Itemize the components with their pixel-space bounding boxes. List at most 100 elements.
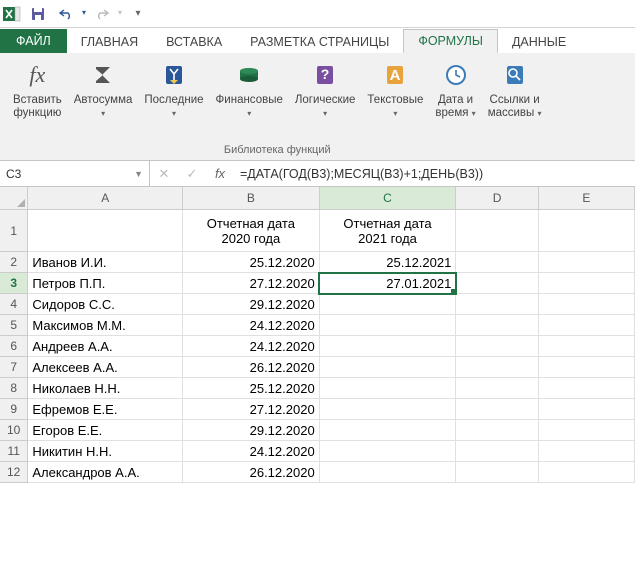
- row-header-5[interactable]: 5: [0, 315, 28, 336]
- autosum-button[interactable]: Автосумма▾: [69, 56, 138, 142]
- cell-D3[interactable]: [456, 273, 538, 294]
- cell-A2[interactable]: Иванов И.И.: [28, 252, 183, 273]
- recent-button[interactable]: Последние▾: [139, 56, 208, 142]
- col-header-C[interactable]: C: [319, 187, 456, 210]
- row-header-9[interactable]: 9: [0, 399, 28, 420]
- cell-A9[interactable]: Ефремов Е.Е.: [28, 399, 183, 420]
- logical-button[interactable]: ? Логические▾: [290, 56, 361, 142]
- tab-formulas[interactable]: ФОРМУЛЫ: [403, 29, 498, 53]
- cell-A8[interactable]: Николаев Н.Н.: [28, 378, 183, 399]
- row-header-7[interactable]: 7: [0, 357, 28, 378]
- cell-E3[interactable]: [538, 273, 634, 294]
- tab-insert[interactable]: ВСТАВКА: [152, 31, 236, 53]
- cell-B3[interactable]: 27.12.2020: [183, 273, 320, 294]
- cell-B9[interactable]: 27.12.2020: [183, 399, 320, 420]
- cell-E1[interactable]: [538, 210, 634, 252]
- cell-D8[interactable]: [456, 378, 538, 399]
- cell-D11[interactable]: [456, 441, 538, 462]
- cell-D12[interactable]: [456, 462, 538, 483]
- row-header-11[interactable]: 11: [0, 441, 28, 462]
- name-box-dropdown-icon[interactable]: ▼: [134, 169, 143, 179]
- cell-B2[interactable]: 25.12.2020: [183, 252, 320, 273]
- text-button[interactable]: A Текстовые▾: [362, 56, 428, 142]
- cell-A10[interactable]: Егоров Е.Е.: [28, 420, 183, 441]
- cell-E2[interactable]: [538, 252, 634, 273]
- row-header-3[interactable]: 3: [0, 273, 28, 294]
- cell-E8[interactable]: [538, 378, 634, 399]
- cell-B8[interactable]: 25.12.2020: [183, 378, 320, 399]
- fx-icon[interactable]: fx: [206, 166, 234, 181]
- tab-data[interactable]: ДАННЫЕ: [498, 31, 580, 53]
- row-header-1[interactable]: 1: [0, 210, 28, 252]
- cell-D5[interactable]: [456, 315, 538, 336]
- redo-dropdown-icon[interactable]: ▾: [118, 10, 122, 16]
- row-header-10[interactable]: 10: [0, 420, 28, 441]
- cell-A1[interactable]: [28, 210, 183, 252]
- cell-C4[interactable]: [319, 294, 456, 315]
- cell-C3[interactable]: 27.01.2021: [319, 273, 456, 294]
- cell-A7[interactable]: Алексеев А.А.: [28, 357, 183, 378]
- cell-C5[interactable]: [319, 315, 456, 336]
- cell-B5[interactable]: 24.12.2020: [183, 315, 320, 336]
- tab-page-layout[interactable]: РАЗМЕТКА СТРАНИЦЫ: [236, 31, 403, 53]
- cell-D7[interactable]: [456, 357, 538, 378]
- cell-D9[interactable]: [456, 399, 538, 420]
- cell-C8[interactable]: [319, 378, 456, 399]
- row-header-4[interactable]: 4: [0, 294, 28, 315]
- row-header-12[interactable]: 12: [0, 462, 28, 483]
- cell-A12[interactable]: Александров А.А.: [28, 462, 183, 483]
- cell-D2[interactable]: [456, 252, 538, 273]
- cell-B6[interactable]: 24.12.2020: [183, 336, 320, 357]
- cell-E7[interactable]: [538, 357, 634, 378]
- cell-E11[interactable]: [538, 441, 634, 462]
- cell-B4[interactable]: 29.12.2020: [183, 294, 320, 315]
- cell-B7[interactable]: 26.12.2020: [183, 357, 320, 378]
- save-icon[interactable]: [26, 2, 50, 26]
- name-box[interactable]: C3 ▼: [0, 161, 150, 186]
- cell-D1[interactable]: [456, 210, 538, 252]
- cell-D10[interactable]: [456, 420, 538, 441]
- col-header-B[interactable]: B: [183, 187, 320, 210]
- financial-button[interactable]: Финансовые▾: [211, 56, 288, 142]
- select-all-corner[interactable]: [0, 187, 28, 210]
- qat-customize-icon[interactable]: ▾: [126, 2, 150, 26]
- cell-C6[interactable]: [319, 336, 456, 357]
- cell-E5[interactable]: [538, 315, 634, 336]
- undo-icon[interactable]: [54, 2, 78, 26]
- cell-A11[interactable]: Никитин Н.Н.: [28, 441, 183, 462]
- row-header-6[interactable]: 6: [0, 336, 28, 357]
- insert-function-button[interactable]: fx Вставить функцию: [8, 56, 67, 142]
- col-header-D[interactable]: D: [456, 187, 538, 210]
- cell-C1[interactable]: Отчетная дата2021 года: [319, 210, 456, 252]
- tab-file[interactable]: ФАЙЛ: [0, 29, 67, 53]
- cell-C7[interactable]: [319, 357, 456, 378]
- cell-A4[interactable]: Сидоров С.С.: [28, 294, 183, 315]
- cell-D6[interactable]: [456, 336, 538, 357]
- cell-C10[interactable]: [319, 420, 456, 441]
- col-header-A[interactable]: A: [28, 187, 183, 210]
- cell-B11[interactable]: 24.12.2020: [183, 441, 320, 462]
- row-header-2[interactable]: 2: [0, 252, 28, 273]
- cell-A3[interactable]: Петров П.П.: [28, 273, 183, 294]
- undo-dropdown-icon[interactable]: ▾: [82, 10, 86, 16]
- cell-D4[interactable]: [456, 294, 538, 315]
- cell-E6[interactable]: [538, 336, 634, 357]
- cell-E4[interactable]: [538, 294, 634, 315]
- tab-home[interactable]: ГЛАВНАЯ: [67, 31, 152, 53]
- cell-C9[interactable]: [319, 399, 456, 420]
- cell-A6[interactable]: Андреев А.А.: [28, 336, 183, 357]
- cell-B1[interactable]: Отчетная дата2020 года: [183, 210, 320, 252]
- datetime-button[interactable]: Дата и время ▾: [430, 56, 480, 142]
- col-header-E[interactable]: E: [538, 187, 634, 210]
- cell-E12[interactable]: [538, 462, 634, 483]
- spreadsheet-grid[interactable]: ABCDE 1 Отчетная дата2020 годаОтчетная дат…: [0, 187, 635, 483]
- formula-input[interactable]: =ДАТА(ГОД(B3);МЕСЯЦ(B3)+1;ДЕНЬ(B3)): [234, 161, 635, 186]
- cell-C2[interactable]: 25.12.2021: [319, 252, 456, 273]
- cell-C12[interactable]: [319, 462, 456, 483]
- redo-icon[interactable]: [90, 2, 114, 26]
- cell-E10[interactable]: [538, 420, 634, 441]
- cell-B10[interactable]: 29.12.2020: [183, 420, 320, 441]
- cell-A5[interactable]: Максимов М.М.: [28, 315, 183, 336]
- cell-E9[interactable]: [538, 399, 634, 420]
- row-header-8[interactable]: 8: [0, 378, 28, 399]
